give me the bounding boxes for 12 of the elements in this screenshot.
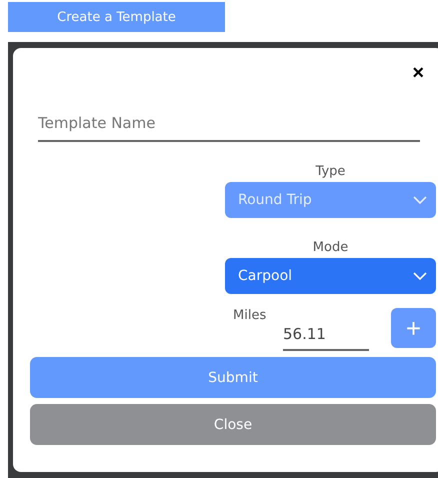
- add-button[interactable]: +: [391, 308, 436, 348]
- select-label: Type: [314, 164, 346, 179]
- close-button[interactable]: ×: [408, 62, 428, 84]
- miles-label: Miles: [233, 308, 268, 323]
- dropdown-select[interactable]: Round Trip: [225, 182, 436, 218]
- close-dialog-button[interactable]: Close: [30, 404, 436, 445]
- chevron-down-icon: [412, 271, 428, 281]
- dropdown-select[interactable]: Carpool: [225, 258, 436, 294]
- chevron-down-icon: [412, 195, 428, 205]
- create-template-button[interactable]: Create a Template: [8, 2, 225, 32]
- submit-button[interactable]: Submit: [30, 357, 436, 398]
- select-label: Mode: [312, 240, 350, 255]
